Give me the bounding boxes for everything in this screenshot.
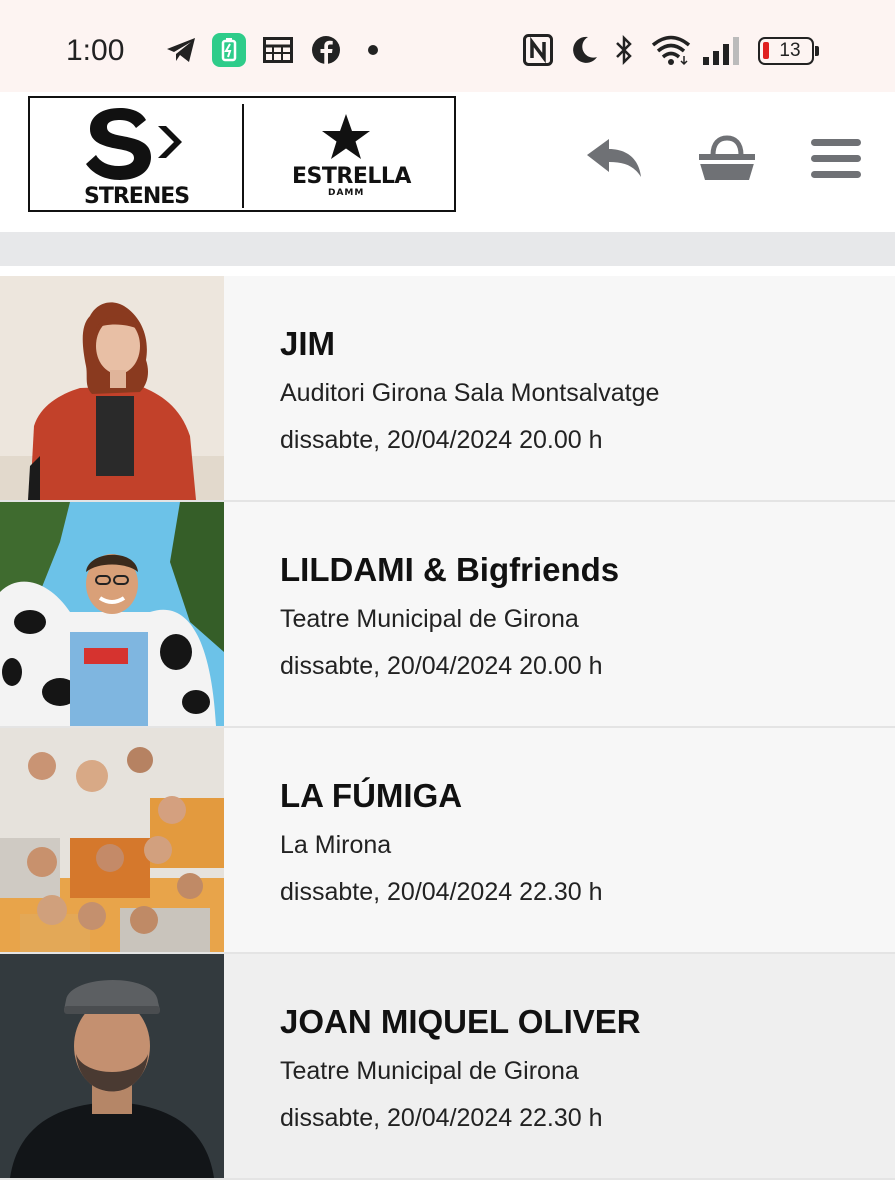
event-title: JIM: [280, 325, 336, 362]
event-venue: La Mirona: [280, 831, 392, 859]
event-info: LILDAMI & Bigfriends Teatre Municipal de…: [280, 552, 619, 681]
telegram-icon: [164, 34, 198, 66]
facebook-icon: [310, 34, 342, 66]
damm-wordmark: DAMM: [328, 188, 365, 198]
event-info: JIM Auditori Girona Sala Montsalvatge di…: [280, 326, 659, 455]
basket-icon[interactable]: [696, 132, 758, 186]
event-title: LA FÚMIGA: [280, 777, 463, 814]
dot-icon: [366, 34, 380, 66]
event-date: dissabte, 20/04/2024 22.30 h: [280, 1104, 603, 1132]
event-info: JOAN MIQUEL OLIVER Teatre Municipal de G…: [280, 1004, 641, 1133]
event-card-jim[interactable]: JIM Auditori Girona Sala Montsalvatge di…: [0, 276, 895, 502]
wifi-icon: [650, 34, 692, 66]
status-bar: 1:00 13: [0, 0, 895, 92]
event-title: JOAN MIQUEL OLIVER: [280, 1003, 641, 1040]
moon-icon: [568, 34, 600, 66]
event-date: dissabte, 20/04/2024 22.30 h: [280, 878, 603, 906]
battery-icon: 13: [758, 37, 819, 65]
event-list: JIM Auditori Girona Sala Montsalvatge di…: [0, 276, 895, 1180]
strenes-logo-mark: [84, 106, 196, 187]
hamburger-menu-icon[interactable]: [808, 132, 864, 186]
calendar-grid-icon: [262, 34, 294, 66]
battery-saver-icon: [212, 33, 246, 67]
star-icon: [322, 114, 370, 165]
event-date: dissabte, 20/04/2024 20.00 h: [280, 426, 603, 454]
event-venue: Auditori Girona Sala Montsalvatge: [280, 379, 660, 407]
header-divider-band: [0, 232, 895, 266]
event-image: [0, 502, 224, 726]
estrella-wordmark: ESTRELLA: [292, 164, 411, 189]
back-arrow-icon[interactable]: [584, 132, 644, 186]
event-date: dissabte, 20/04/2024 20.00 h: [280, 652, 603, 680]
event-venue: Teatre Municipal de Girona: [280, 1057, 579, 1085]
event-card-lildami[interactable]: LILDAMI & Bigfriends Teatre Municipal de…: [0, 502, 895, 728]
app-header: STRENES ESTRELLA DAMM: [0, 92, 895, 232]
event-info: LA FÚMIGA La Mirona dissabte, 20/04/2024…: [280, 778, 603, 907]
event-card-la-fumiga[interactable]: LA FÚMIGA La Mirona dissabte, 20/04/2024…: [0, 728, 895, 954]
event-image: [0, 728, 224, 952]
bluetooth-icon: [612, 34, 636, 66]
event-title: LILDAMI & Bigfriends: [280, 551, 620, 588]
logo-divider: [242, 104, 244, 208]
nfc-icon: [522, 34, 554, 66]
status-time: 1:00: [66, 34, 125, 67]
battery-percent: 13: [779, 40, 801, 61]
event-card-joan-miquel-oliver[interactable]: JOAN MIQUEL OLIVER Teatre Municipal de G…: [0, 954, 895, 1180]
signal-icon: [700, 34, 744, 66]
event-venue: Teatre Municipal de Girona: [280, 605, 579, 633]
event-image: [0, 954, 224, 1178]
event-image: [0, 276, 224, 500]
strenes-estrella-logo[interactable]: STRENES ESTRELLA DAMM: [28, 96, 456, 212]
strenes-wordmark: STRENES: [84, 184, 190, 209]
